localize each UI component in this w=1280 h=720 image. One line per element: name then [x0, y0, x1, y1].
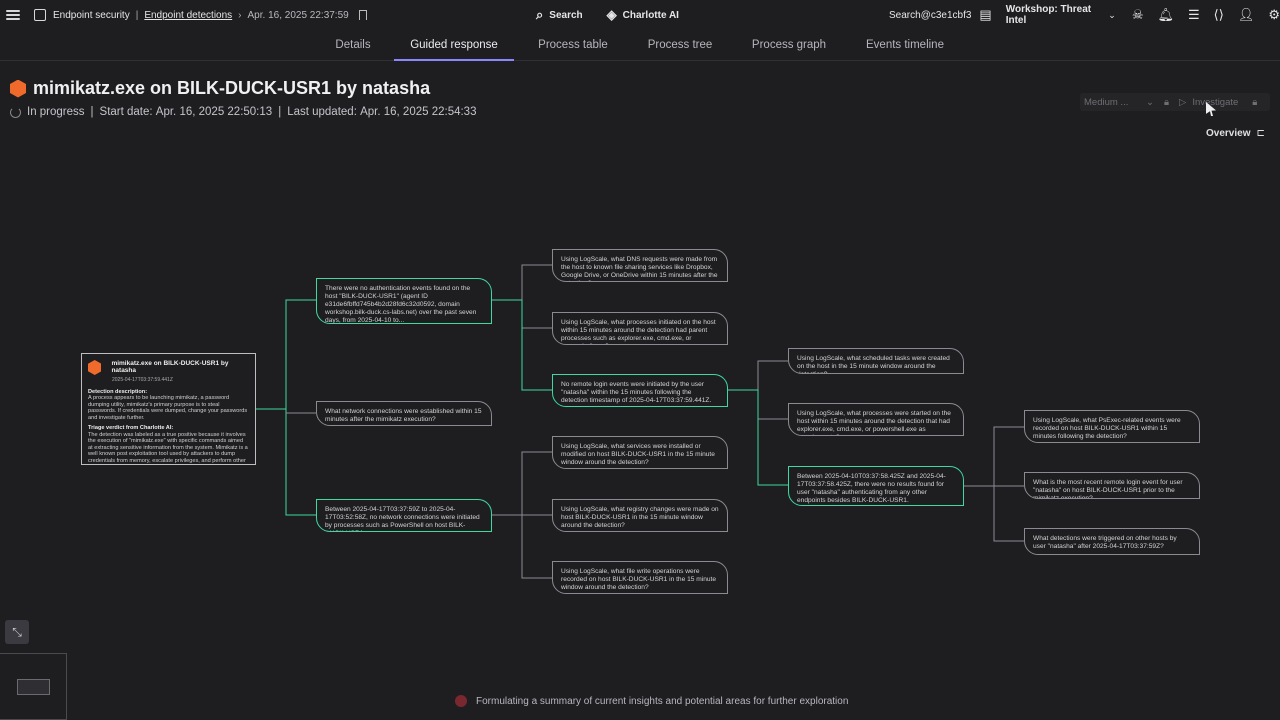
graph-node-question[interactable]: What detections were triggered on other …: [1024, 528, 1200, 555]
edge-n6-n12: [728, 389, 788, 486]
status-bar: Formulating a summary of current insight…: [455, 695, 848, 707]
minimap[interactable]: [0, 653, 67, 720]
root-node-title: mimikatz.exe on BILK-DUCK-USR1 by natash…: [111, 360, 229, 374]
graph-node-question[interactable]: Using LogScale, what services were insta…: [552, 436, 728, 469]
graph-node-question[interactable]: Using LogScale, what registry changes we…: [552, 499, 728, 532]
graph-node-question[interactable]: Using LogScale, what PsExec-related even…: [1024, 410, 1200, 443]
graph-node-answer[interactable]: There were no authentication events foun…: [316, 278, 492, 324]
edge-n3-n9: [521, 515, 552, 579]
graph-node-question[interactable]: What network connections were establishe…: [316, 401, 492, 426]
graph-node-answer[interactable]: Between 2025-04-10T03:37:58.425Z and 202…: [788, 466, 964, 506]
edge-n1-n6: [492, 299, 552, 391]
charlotte-status-icon: [455, 695, 467, 707]
graph-node-question[interactable]: Using LogScale, what DNS requests were m…: [552, 249, 728, 282]
graph-node-answer[interactable]: No remote login events were initiated by…: [552, 374, 728, 407]
graph-node-question[interactable]: Using LogScale, what processes initiated…: [552, 312, 728, 345]
edge-root-n1: [256, 299, 316, 410]
edge-n1-n4: [492, 264, 552, 301]
edge-n6-n11: [757, 390, 788, 420]
edge-n1-n5: [521, 300, 552, 329]
graph-node-question[interactable]: Using LogScale, what processes were star…: [788, 403, 964, 436]
edge-n6-n10: [728, 360, 788, 391]
edge-n12-n13: [964, 426, 1024, 487]
root-detection-node[interactable]: mimikatz.exe on BILK-DUCK-USR1 by natash…: [81, 353, 256, 465]
root-desc: A process appears to be launching mimika…: [88, 395, 248, 421]
root-node-date: 2025-04-17T03:37:59.441Z: [112, 377, 173, 383]
edge-n3-n7: [492, 451, 552, 516]
status-message: Formulating a summary of current insight…: [476, 695, 849, 707]
severity-hexagon-icon: [88, 360, 102, 375]
collapse-view-button[interactable]: ⤡: [5, 620, 29, 644]
root-verdict: The detection was labeled as a true posi…: [88, 431, 248, 464]
edge-n12-n15: [993, 486, 1024, 542]
minimap-viewport[interactable]: [17, 679, 50, 695]
graph-node-question[interactable]: What is the most recent remote login eve…: [1024, 472, 1200, 499]
graph-node-question[interactable]: Using LogScale, what scheduled tasks wer…: [788, 348, 964, 374]
edge-root-n3: [285, 409, 316, 516]
collapse-arrows-icon: ⤡: [12, 625, 22, 639]
graph-node-question[interactable]: Using LogScale, what file write operatio…: [552, 561, 728, 594]
graph-node-answer[interactable]: Between 2025-04-17T03:37:59Z to 2025-04-…: [316, 499, 492, 532]
